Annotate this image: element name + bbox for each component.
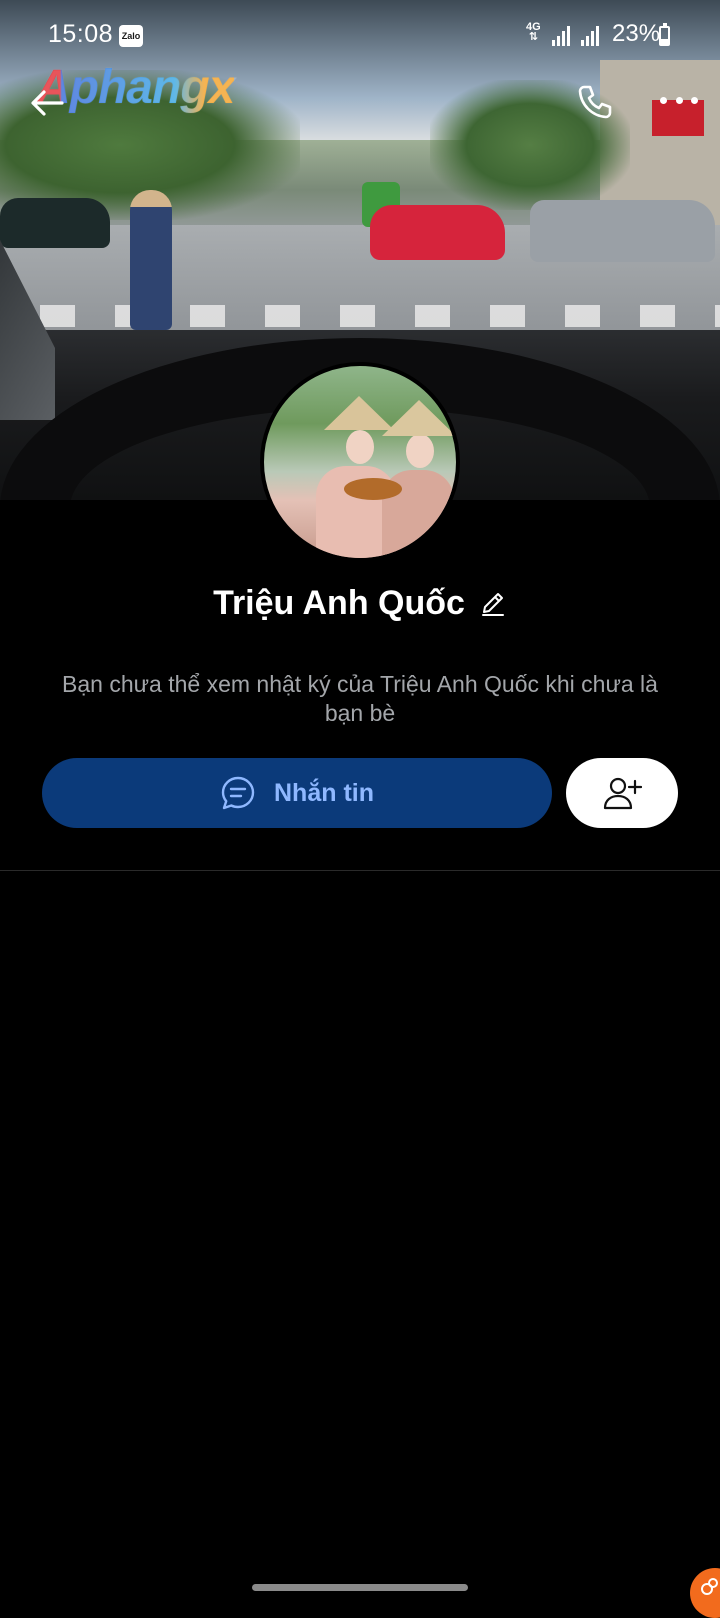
cover-car — [370, 205, 505, 260]
avatar-food-plate — [344, 478, 402, 500]
timeline-restricted-notice: Bạn chưa thể xem nhật ký của Triệu Anh Q… — [62, 671, 658, 726]
add-friend-button[interactable] — [566, 758, 678, 828]
zalo-notification-icon: Zalo — [119, 25, 143, 47]
signal-icon — [581, 26, 599, 46]
floating-assist-icon[interactable] — [690, 1568, 720, 1618]
message-button-label: Nhắn tin — [274, 778, 374, 807]
chat-bubble-icon — [221, 776, 255, 810]
profile-name-row: Triệu Anh Quốc — [0, 578, 720, 628]
battery-percent: 23% — [612, 20, 661, 47]
watermark-logo: Aphangx — [36, 61, 235, 114]
cover-car — [0, 198, 110, 248]
cover-street-sweeper — [130, 190, 172, 330]
add-user-icon — [603, 777, 642, 810]
status-time: 15:08 — [48, 20, 114, 48]
more-dots-icon[interactable] — [660, 94, 698, 106]
avatar[interactable] — [260, 362, 460, 562]
avatar-face — [406, 434, 434, 468]
dot — [675, 96, 683, 104]
cover-crosswalk — [0, 305, 720, 327]
section-divider — [0, 870, 720, 871]
back-arrow-icon[interactable] — [30, 88, 64, 118]
status-bar: 15:08 Zalo 4G ⇅ 23% — [0, 20, 720, 60]
avatar-face — [346, 430, 374, 464]
network-type: 4G ⇅ — [526, 21, 541, 43]
home-indicator[interactable] — [252, 1584, 468, 1591]
phone-icon[interactable] — [575, 82, 615, 122]
pencil-icon[interactable] — [479, 589, 507, 617]
link-icon — [701, 1578, 718, 1595]
avatar-conical-hat — [324, 396, 394, 430]
dot — [660, 96, 667, 104]
profile-name: Triệu Anh Quốc — [213, 583, 465, 622]
message-button[interactable]: Nhắn tin — [42, 758, 552, 828]
cover-truck — [530, 200, 715, 262]
battery-icon — [659, 23, 670, 46]
dot — [691, 96, 698, 104]
signal-icon — [552, 26, 570, 46]
